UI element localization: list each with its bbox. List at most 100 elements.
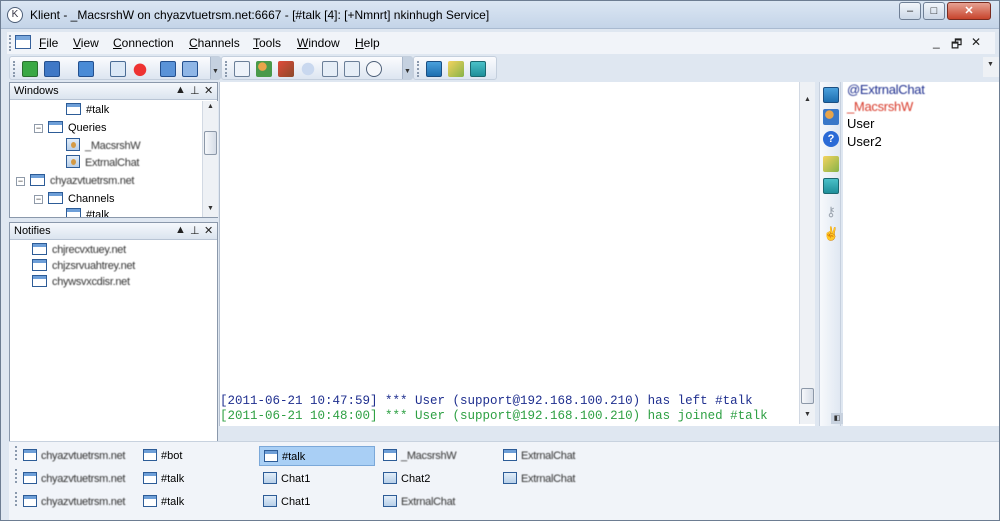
windows-panel: Windows ▲ ⊥ ✕ #talk − Queries _MacsrshW … [9,82,218,218]
switchbar-grip[interactable] [15,492,18,506]
users-icon[interactable] [256,61,272,77]
options-icon[interactable] [234,61,250,77]
resize-grip[interactable]: ◧ [831,413,843,424]
tree-item-query-extrnalchat[interactable]: ExtrnalChat [66,155,139,171]
nicklist-top-scrollbar[interactable]: ▼ [983,57,999,77]
switch-server[interactable]: chyazvtuetrsm.net [19,492,137,512]
notify-item[interactable]: chjzsrvuahtrey.net [32,258,135,274]
notes-icon[interactable] [344,61,360,77]
favorites-icon[interactable] [110,61,126,77]
pin-icon[interactable]: ⊥ [190,84,200,97]
menu-connection[interactable]: Connection [113,36,174,50]
chat-bubble-icon[interactable] [300,61,316,77]
scrollbar-thumb[interactable] [801,388,814,404]
folder-icon[interactable] [823,156,839,172]
key-icon[interactable]: ⚷ [823,204,839,220]
panel-close-icon[interactable]: ✕ [204,84,213,97]
scroll-up-arrow-icon[interactable]: ▲ [804,96,811,103]
collapse-queries-button[interactable]: − [34,124,43,133]
switchbar-grip[interactable] [15,469,18,483]
scroll-down-arrow-icon[interactable]: ▼ [804,411,811,418]
nick-item-op[interactable]: @ExtrnalChat [847,82,925,97]
cascade-icon[interactable] [182,61,198,77]
switch-talk-active[interactable]: #talk [259,446,375,466]
heart-icon[interactable] [132,61,148,77]
menu-tools[interactable]: Tools [253,36,281,50]
switch-server[interactable]: chyazvtuetrsm.net [19,446,137,466]
menu-window-mnemonic: W [297,36,309,50]
notify-item[interactable]: chjrecvxtuey.net [32,242,126,258]
scroll-up-arrow-icon[interactable]: ▲ [207,103,214,110]
window-a-icon[interactable] [426,61,442,77]
toolbar-overflow-button[interactable]: ▼ [210,57,220,79]
toolbar-overflow-button[interactable]: ▼ [402,57,412,79]
mdi-minimize-button[interactable]: _ [933,35,940,49]
scroll-down-arrow-icon[interactable]: ▼ [987,61,994,68]
switch-chat2[interactable]: Chat2 [379,469,497,489]
maximize-button[interactable]: □ [923,2,945,20]
tree-item-server[interactable]: chyazvtuetrsm.net [30,173,134,189]
switch-query-extrnalchat[interactable]: ExtrnalChat [379,492,497,512]
folder-icon[interactable] [448,61,464,77]
close-button[interactable]: ✕ [947,2,991,20]
title-bar[interactable]: K Klient - _MacsrshW on chyazvtuetrsm.ne… [1,1,999,29]
toolbar-grip[interactable] [417,61,420,77]
tree-item-talk[interactable]: #talk [66,102,109,118]
switch-talk[interactable]: #talk [139,492,257,512]
panel-close-icon[interactable]: ✕ [204,224,213,237]
new-server-icon[interactable] [22,61,38,77]
nick-item-user[interactable]: User [847,116,874,131]
mdi-window-icon[interactable] [15,35,31,49]
nick-item-voice[interactable]: _MacsrshW [847,99,913,114]
tree-item-queries[interactable]: Queries [48,120,107,136]
menu-channels[interactable]: Channels [189,36,240,50]
notify-item[interactable]: chywsvxcdisr.net [32,274,130,290]
user-info-icon[interactable] [823,109,839,125]
toolbar-grip[interactable] [13,61,16,77]
voice-icon[interactable]: ✌ [823,226,839,242]
collapse-server-button[interactable]: − [16,177,25,186]
nick-item-user2[interactable]: User2 [847,134,882,149]
windows-panel-scrollbar[interactable]: ▲ ▼ [202,101,218,217]
switch-query-extrnalchat[interactable]: ExtrnalChat [499,469,617,489]
pin-icon[interactable]: ⊥ [190,224,200,237]
chat-output[interactable]: [2011-06-21 10:47:59] *** User (support@… [219,82,815,426]
switch-query-extrnalchat[interactable]: ExtrnalChat [499,446,617,466]
connect-icon[interactable] [44,61,60,77]
help-icon[interactable]: ? [823,131,839,147]
disconnect-icon[interactable] [78,61,94,77]
log-icon[interactable] [322,61,338,77]
switch-server[interactable]: chyazvtuetrsm.net [19,469,137,489]
mdi-close-button[interactable]: ✕ [971,35,981,49]
minimize-button[interactable]: – [899,2,921,20]
query-window-icon[interactable] [823,87,839,103]
switchbar-grip[interactable] [15,446,18,460]
book-icon[interactable] [278,61,294,77]
collapse-channels-button[interactable]: − [34,195,43,204]
menu-help[interactable]: Help [355,36,380,50]
klient-icon[interactable] [366,61,382,77]
menu-view[interactable]: View [73,36,99,50]
panel-menu-arrow-icon[interactable]: ▲ [175,224,186,236]
switch-chat1[interactable]: Chat1 [259,469,377,489]
tree-item-talk-channel[interactable]: #talk [66,207,109,217]
window-icon[interactable] [823,178,839,194]
switch-talk[interactable]: #talk [139,469,257,489]
tree-item-channels[interactable]: Channels [48,191,114,207]
switch-query-macsrsh[interactable]: _MacsrshW [379,446,497,466]
switch-chat1[interactable]: Chat1 [259,492,377,512]
menubar-grip[interactable] [9,35,12,51]
window-b-icon[interactable] [470,61,486,77]
scrollbar-thumb[interactable] [204,131,217,155]
scroll-down-arrow-icon[interactable]: ▼ [207,205,214,212]
menu-window[interactable]: Window [297,36,340,50]
app-window: K Klient - _MacsrshW on chyazvtuetrsm.ne… [0,0,1000,521]
tile-icon[interactable] [160,61,176,77]
toolbar-grip[interactable] [225,61,228,77]
chat-scrollbar[interactable]: ▲ ▼ [799,82,815,424]
mdi-restore-button[interactable]: 🗗 [951,35,962,56]
panel-menu-arrow-icon[interactable]: ▲ [175,84,186,96]
menu-file[interactable]: File [39,36,58,50]
tree-item-query-macsrsh[interactable]: _MacsrshW [66,138,141,154]
switch-bot[interactable]: #bot [139,446,257,466]
